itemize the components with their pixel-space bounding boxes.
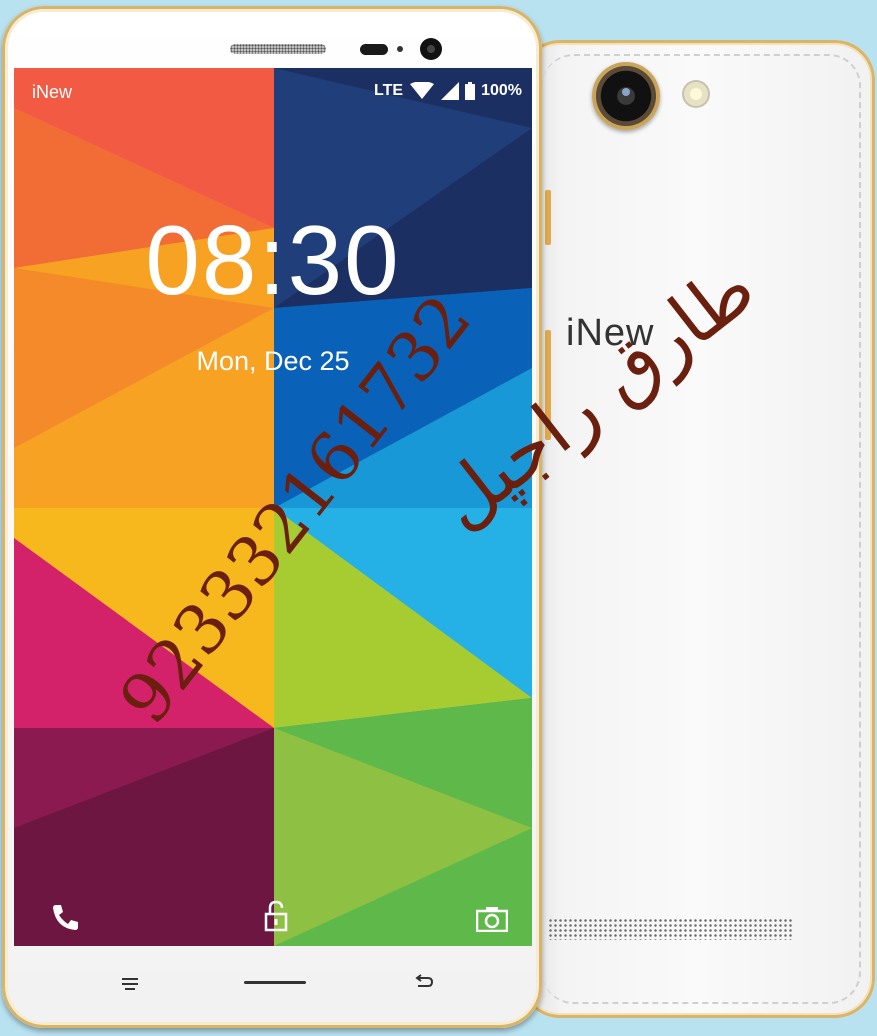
battery-level: 100% xyxy=(481,82,522,99)
status-bar: LTE 100% xyxy=(374,82,522,100)
lockscreen-clock: 08:30 xyxy=(145,205,401,315)
rear-speaker-grille xyxy=(548,918,793,940)
lte-icon: LTE xyxy=(374,82,404,99)
phone-icon[interactable] xyxy=(50,902,80,932)
back-icon[interactable] xyxy=(414,974,434,990)
menu-icon[interactable] xyxy=(122,978,138,990)
signal-icon xyxy=(441,82,460,100)
leather-stitching xyxy=(542,54,861,1004)
volume-button xyxy=(545,190,551,245)
phone-back xyxy=(520,40,875,1018)
home-icon[interactable] xyxy=(244,981,306,984)
lock-icon[interactable] xyxy=(264,900,288,932)
proximity-sensor xyxy=(360,44,388,55)
wifi-icon xyxy=(410,82,435,99)
earpiece xyxy=(230,44,326,54)
battery-icon xyxy=(465,82,476,100)
rear-camera xyxy=(592,62,660,130)
status-brand-logo: iNew xyxy=(32,82,73,102)
camera-icon[interactable] xyxy=(476,906,508,932)
rear-flash xyxy=(682,80,710,108)
navigation-bar xyxy=(14,946,532,1022)
front-camera xyxy=(420,38,442,60)
sensor-dot xyxy=(397,46,403,52)
